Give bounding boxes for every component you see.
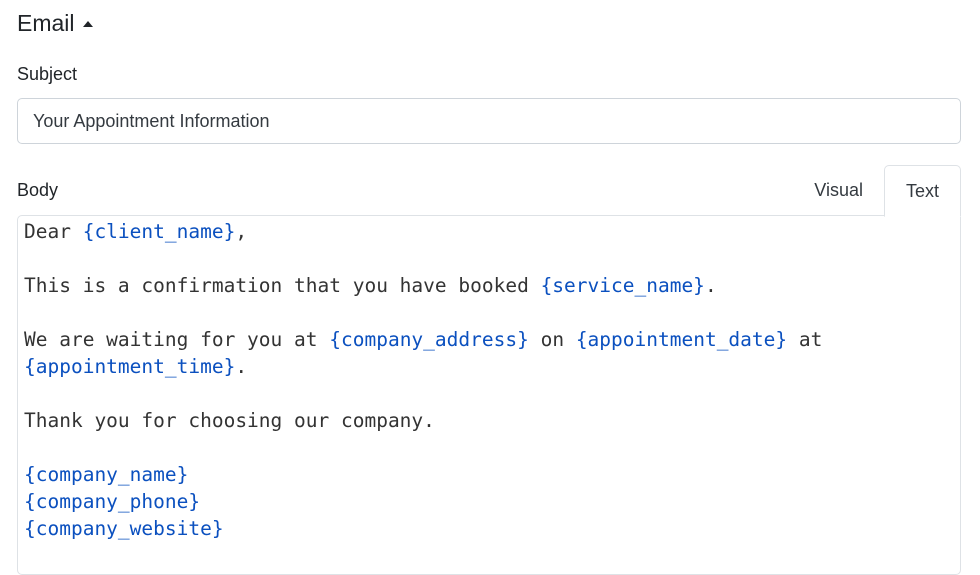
placeholder-tag: {company_website}	[24, 517, 224, 540]
email-section-toggle[interactable]: Email	[17, 8, 93, 38]
body-text-editor[interactable]: Dear {client_name}, This is a confirmatio…	[17, 215, 961, 575]
placeholder-tag: {company_name}	[24, 463, 189, 486]
placeholder-tag: {company_phone}	[24, 490, 201, 513]
tab-text[interactable]: Text	[883, 165, 961, 217]
editor-line: {company_name}	[24, 461, 954, 488]
placeholder-tag: {company_address}	[329, 328, 529, 351]
subject-label: Subject	[17, 64, 78, 84]
placeholder-tag: {appointment_date}	[575, 328, 788, 351]
body-text: Thank you for choosing our company.	[24, 409, 435, 432]
body-text: .	[704, 274, 717, 297]
editor-line: Dear {client_name},	[24, 218, 954, 245]
body-text: Dear	[24, 220, 83, 243]
body-label: Body	[17, 180, 59, 200]
editor-line: {company_website}	[24, 515, 954, 542]
placeholder-tag: {appointment_time}	[24, 355, 236, 378]
placeholder-tag: {client_name}	[82, 220, 236, 243]
body-text: .	[235, 355, 248, 378]
editor-line: This is a confirmation that you have boo…	[24, 272, 954, 299]
placeholder-tag: {service_name}	[540, 274, 705, 297]
body-text: on	[528, 328, 576, 351]
editor-mode-tabs: Visual Text	[793, 165, 961, 217]
editor-line: We are waiting for you at {company_addre…	[24, 326, 954, 353]
tab-visual[interactable]: Visual	[793, 165, 884, 216]
subject-input[interactable]	[17, 98, 961, 144]
body-text: We are waiting for you at	[24, 328, 330, 351]
body-text: ,	[235, 220, 248, 243]
editor-line: {appointment_time}.	[24, 353, 954, 380]
editor-line: {company_phone}	[24, 488, 954, 515]
body-text: at	[787, 328, 823, 351]
caret-up-icon	[82, 21, 93, 27]
body-text: This is a confirmation that you have boo…	[24, 274, 541, 297]
editor-line: Thank you for choosing our company.	[24, 407, 954, 434]
section-title: Email	[17, 10, 75, 36]
